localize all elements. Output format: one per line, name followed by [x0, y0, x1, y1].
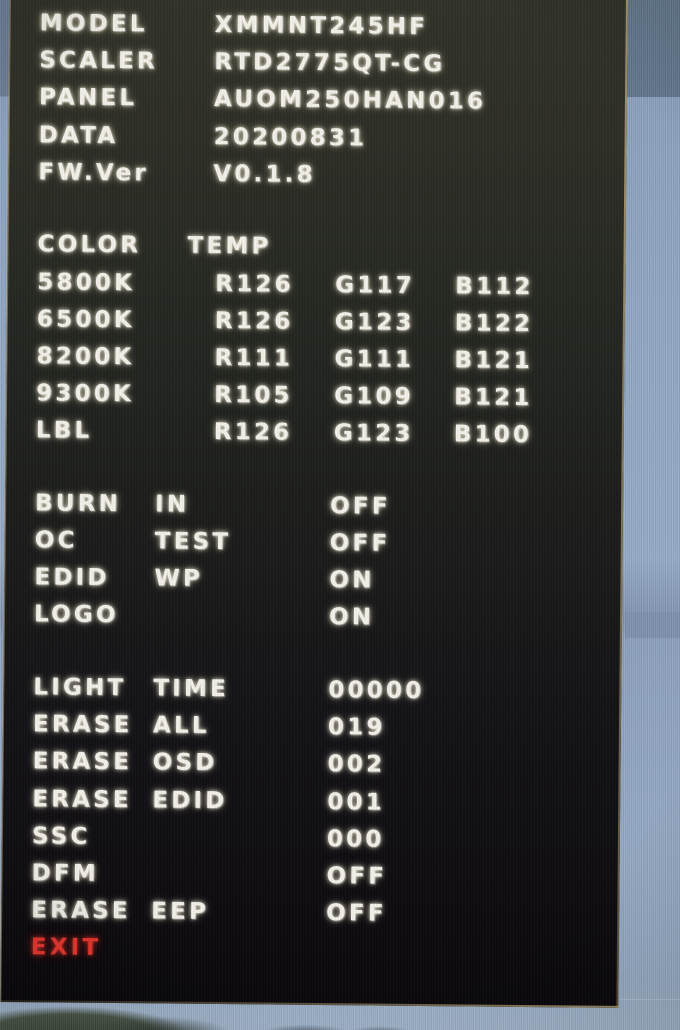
osd-info-row-panel[interactable]: PANEL AUOM250HAN016 — [9, 82, 627, 125]
counter-sub-label: TIME — [153, 675, 230, 703]
counter-sub-label: EDID — [152, 787, 228, 814]
toggle-value: ON — [328, 604, 375, 631]
osd-info-row-model[interactable]: MODEL XMMNT245HF — [10, 8, 628, 51]
counter-sub-label: ALL — [152, 712, 210, 740]
info-value: V0.1.8 — [213, 160, 316, 188]
osd-counter-row-erase-osd[interactable]: ERASE OSD 002 — [2, 746, 620, 789]
exit-label: EXIT — [30, 934, 102, 962]
color-temp-green-value: G109 — [334, 383, 414, 411]
wallpaper-rocks — [255, 1014, 435, 1030]
osd-color-temp-row-6500k[interactable]: 6500K R126 G123 B122 — [7, 304, 625, 347]
color-temp-heading-label: COLOR — [37, 231, 142, 259]
counter-value: 00000 — [328, 677, 425, 705]
color-temp-blue-value: B122 — [454, 310, 534, 337]
counter-label: ERASE — [32, 748, 133, 776]
info-value: XMMNT245HF — [214, 11, 429, 41]
counter-value: OFF — [326, 900, 387, 927]
color-temp-heading-sub: TEMP — [187, 233, 272, 260]
osd-color-temp-heading[interactable]: COLOR TEMP — [7, 229, 625, 272]
toggle-value: OFF — [329, 530, 391, 557]
color-temp-name: 6500K — [36, 306, 135, 333]
toggle-sub-label: IN — [154, 491, 190, 518]
osd-toggle-row-logo[interactable]: LOGO ON — [4, 599, 622, 642]
counter-label: DFM — [31, 860, 99, 887]
counter-label: ERASE — [32, 711, 133, 739]
info-label: DATA — [38, 121, 119, 149]
osd-counter-row-light-time[interactable]: LIGHT TIME 00000 — [3, 672, 621, 715]
color-temp-name: LBL — [35, 417, 93, 445]
toggle-sub-label: WP — [154, 565, 204, 593]
osd-counter-row-ssc[interactable]: SSC 000 — [2, 821, 620, 864]
counter-value: 001 — [327, 788, 386, 816]
wallpaper-sky-band-upper — [625, 0, 680, 97]
info-value: AUOM250HAN016 — [213, 86, 487, 115]
osd-info-row-fw-ver[interactable]: FW.Ver V0.1.8 — [8, 157, 626, 200]
osd-color-temp-row-9300k[interactable]: 9300K R105 G109 B121 — [6, 378, 624, 421]
color-temp-green-value: G123 — [333, 420, 414, 448]
color-temp-blue-value: B121 — [454, 384, 533, 412]
counter-value: OFF — [326, 863, 388, 890]
counter-value: 002 — [327, 751, 386, 779]
color-temp-name: 9300K — [36, 380, 135, 408]
counter-label: LIGHT — [33, 674, 127, 702]
counter-label: ERASE — [31, 897, 131, 925]
color-temp-green-value: G111 — [334, 346, 415, 373]
wallpaper-headland-shadow — [100, 1004, 260, 1030]
osd-info-row-data[interactable]: DATA 20200831 — [8, 120, 626, 163]
osd-counter-row-erase-all[interactable]: ERASE ALL 019 — [3, 709, 621, 752]
counter-value: 000 — [326, 825, 385, 853]
counter-label: ERASE — [32, 785, 132, 813]
color-temp-name: 8200K — [36, 343, 135, 371]
osd-toggle-row-burn-in[interactable]: BURN IN OFF — [5, 488, 623, 531]
color-temp-red-value: R126 — [214, 307, 294, 335]
info-label: PANEL — [38, 84, 138, 112]
osd-toggle-row-oc-test[interactable]: OC TEST OFF — [5, 525, 623, 568]
info-value: RTD2775QT-CG — [214, 49, 446, 78]
color-temp-green-value: G117 — [335, 271, 416, 299]
color-temp-red-value: R126 — [215, 270, 294, 298]
info-label: MODEL — [39, 10, 148, 38]
color-temp-red-value: R105 — [214, 382, 293, 409]
color-temp-name: 5800K — [37, 268, 136, 296]
osd-color-temp-row-5800k[interactable]: 5800K R126 G117 B112 — [7, 267, 625, 310]
osd-color-temp-row-8200k[interactable]: 8200K R111 G111 B121 — [6, 341, 624, 384]
color-temp-blue-value: B100 — [453, 421, 533, 449]
osd-exit-row[interactable]: EXIT — [1, 932, 619, 975]
monitor-photo: MODEL XMMNT245HF SCALER RTD2775QT-CG PANEL AU… — [0, 0, 680, 1030]
color-temp-blue-value: B121 — [454, 347, 533, 374]
toggle-label: LOGO — [33, 601, 119, 629]
color-temp-green-value: G123 — [334, 308, 415, 336]
toggle-label: OC — [34, 527, 78, 554]
toggle-sub-label: TEST — [154, 528, 232, 556]
osd-toggle-row-edid-wp[interactable]: EDID WP ON — [4, 562, 622, 605]
counter-value: 019 — [327, 714, 386, 741]
osd-info-row-scaler[interactable]: SCALER RTD2775QT-CG — [9, 45, 627, 88]
wallpaper-sky-band-lower — [625, 612, 680, 638]
osd-counter-row-dfm[interactable]: DFM OFF — [1, 858, 619, 901]
toggle-label: BURN — [34, 490, 122, 517]
osd-counter-row-erase-eep[interactable]: ERASE EEP OFF — [1, 895, 619, 938]
osd-counter-row-erase-edid[interactable]: ERASE EDID 001 — [2, 784, 620, 827]
color-temp-red-value: R126 — [213, 419, 293, 447]
info-label: SCALER — [39, 47, 159, 75]
toggle-label: EDID — [34, 564, 110, 592]
osd-color-temp-row-lbl[interactable]: LBL R126 G123 B100 — [6, 415, 624, 458]
info-label: FW.Ver — [38, 159, 150, 187]
info-value: 20200831 — [213, 123, 368, 152]
toggle-value: OFF — [329, 492, 391, 520]
counter-sub-label: OSD — [152, 749, 218, 777]
factory-osd-panel: MODEL XMMNT245HF SCALER RTD2775QT-CG PANEL AU… — [0, 0, 628, 1008]
color-temp-red-value: R111 — [214, 344, 294, 372]
toggle-value: ON — [329, 567, 375, 594]
counter-sub-label: EEP — [151, 898, 210, 926]
counter-label: SSC — [31, 823, 91, 850]
color-temp-blue-value: B112 — [455, 272, 534, 300]
